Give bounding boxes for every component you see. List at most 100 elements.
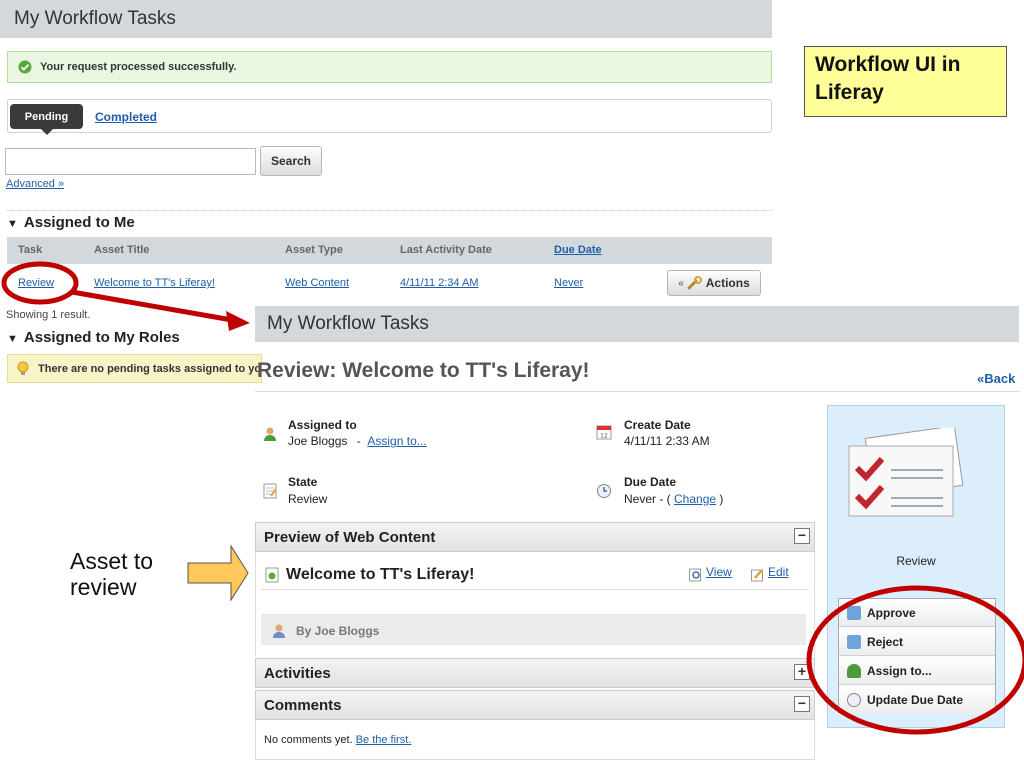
update-due-date-action[interactable]: Update Due Date — [839, 686, 995, 714]
last-activity-link[interactable]: 4/11/11 2:34 AM — [400, 277, 478, 289]
author-text: By Joe Bloggs — [296, 624, 380, 638]
task-review-link[interactable]: Review — [18, 277, 54, 289]
workflow-sidebar: Review Approve Reject Assign to... Updat… — [827, 405, 1005, 728]
advanced-search-link[interactable]: Advanced » — [6, 178, 64, 190]
magnifier-view-icon — [689, 568, 701, 582]
author-icon — [273, 624, 285, 638]
callout-line1: Workflow UI in — [815, 53, 961, 76]
col-last-activity: Last Activity Date — [400, 244, 492, 256]
no-pending-tasks-message: There are no pending tasks assigned to y… — [7, 354, 262, 383]
change-due-date-link[interactable]: Change — [674, 492, 716, 506]
comments-panel-title: Comments — [264, 696, 342, 714]
chevron-left-icon: « — [678, 277, 684, 289]
reject-transition-icon — [847, 634, 861, 649]
assigned-to-roles-heading: ▼ Assigned to My Roles — [7, 329, 180, 346]
preview-panel-title: Preview of Web Content — [264, 528, 436, 546]
content-title: Welcome to TT's Liferay! — [286, 566, 475, 583]
due-date-close-paren: ) — [719, 492, 724, 506]
check-circle-icon — [18, 60, 32, 74]
preview-panel-header[interactable]: Preview of Web Content − — [255, 522, 815, 552]
actions-button-label: Actions — [705, 276, 750, 290]
preview-panel-body: Welcome to TT's Liferay! View Edit By Jo… — [255, 552, 815, 656]
asset-type-link[interactable]: Web Content — [285, 277, 349, 289]
col-due-date[interactable]: Due Date — [554, 244, 602, 256]
create-date-label: Create Date — [624, 418, 691, 432]
wrench-icon — [687, 276, 702, 290]
comments-panel-body: No comments yet. Be the first. — [255, 720, 815, 760]
svg-text:12: 12 — [600, 433, 608, 440]
detail-portlet-title: My Workflow Tasks — [255, 306, 1019, 342]
callout-box: Workflow UI in Liferay — [804, 46, 1007, 117]
pencil-edit-icon — [751, 569, 763, 582]
assign-to-action[interactable]: Assign to... — [839, 657, 995, 685]
approve-action-label: Approve — [867, 605, 916, 620]
user-assign-icon — [847, 663, 861, 678]
activities-panel-header[interactable]: Activities + — [255, 658, 815, 688]
assignee-separator: - — [356, 434, 361, 448]
be-the-first-link[interactable]: Be the first. — [356, 734, 412, 746]
tab-completed[interactable]: Completed — [95, 110, 157, 124]
workflow-state-label: Review — [896, 554, 936, 568]
calendar-icon: 12 — [596, 425, 612, 440]
result-count: Showing 1 result. — [6, 309, 91, 321]
assigned-to-me-heading: ▼ Assigned to Me — [7, 214, 135, 231]
asset-to-review-label: Asset to review — [70, 548, 153, 600]
reject-action[interactable]: Reject — [839, 628, 995, 656]
success-message-text: Your request processed successfully. — [40, 61, 237, 73]
detail-portlet-title-text: My Workflow Tasks — [267, 313, 429, 334]
asset-title-link[interactable]: Welcome to TT's Liferay! — [94, 277, 215, 289]
tab-pending-label: Pending — [24, 110, 69, 123]
reject-action-label: Reject — [867, 634, 904, 649]
update-due-date-action-label: Update Due Date — [867, 693, 964, 707]
tab-pending[interactable]: Pending — [10, 104, 83, 135]
approve-transition-icon — [847, 605, 861, 620]
assign-to-action-label: Assign to... — [867, 663, 932, 678]
web-content-icon — [265, 567, 279, 583]
red-arrow-head — [226, 311, 250, 331]
collapse-minus-icon[interactable]: − — [794, 528, 810, 544]
table-row: Review Welcome to TT's Liferay! Web Cont… — [7, 268, 772, 298]
expand-plus-icon[interactable]: + — [794, 664, 810, 680]
view-link[interactable]: View — [706, 565, 732, 579]
comments-panel-header[interactable]: Comments − — [255, 690, 815, 720]
assigned-to-value: Joe Bloggs - Assign to... — [288, 434, 427, 448]
clock-icon — [597, 484, 611, 498]
collapse-minus-icon[interactable]: − — [794, 696, 810, 712]
due-date-link[interactable]: Never — [554, 277, 583, 289]
content-divider — [261, 589, 809, 590]
search-button[interactable]: Search — [260, 146, 322, 176]
col-asset-title: Asset Title — [94, 244, 150, 256]
lightbulb-icon — [17, 361, 29, 375]
due-date-text: Never - ( — [624, 492, 671, 506]
due-date-value: Never - ( Change ) — [624, 492, 723, 506]
actions-button[interactable]: « Actions — [667, 270, 761, 296]
back-link[interactable]: «Back — [977, 371, 1015, 386]
asset-label-line1: Asset to — [70, 548, 154, 574]
state-label: State — [288, 475, 318, 489]
collapse-triangle-icon[interactable]: ▼ — [7, 333, 18, 345]
search-input[interactable] — [5, 148, 256, 175]
success-message: Your request processed successfully. — [7, 51, 772, 83]
collapse-triangle-icon[interactable]: ▼ — [7, 218, 18, 230]
callout-line2: Liferay — [815, 81, 884, 104]
due-date-label: Due Date — [624, 475, 677, 489]
clock-icon — [847, 693, 861, 707]
task-checklist-icon — [848, 428, 964, 517]
task-table-header: Task Asset Title Asset Type Last Activit… — [7, 237, 772, 264]
create-date-value: 4/11/11 2:33 AM — [624, 434, 710, 448]
assigned-to-label: Assigned to — [288, 418, 357, 432]
author-bar: By Joe Bloggs — [261, 614, 806, 645]
approve-action[interactable]: Approve — [839, 599, 995, 627]
activities-panel-title: Activities — [264, 664, 331, 682]
no-pending-tasks-text: There are no pending tasks assigned to y… — [38, 362, 262, 375]
state-value: Review — [288, 492, 328, 506]
state-document-icon — [263, 483, 277, 499]
assign-to-link[interactable]: Assign to... — [367, 434, 426, 448]
col-task: Task — [18, 244, 43, 256]
heading-divider — [255, 391, 1020, 392]
divider — [7, 210, 772, 211]
comments-empty-text: No comments yet. Be the first. — [264, 734, 411, 746]
assigned-to-me-heading-text: Assigned to Me — [23, 214, 135, 231]
edit-link[interactable]: Edit — [768, 565, 789, 579]
assignee-name: Joe Bloggs — [288, 434, 348, 448]
